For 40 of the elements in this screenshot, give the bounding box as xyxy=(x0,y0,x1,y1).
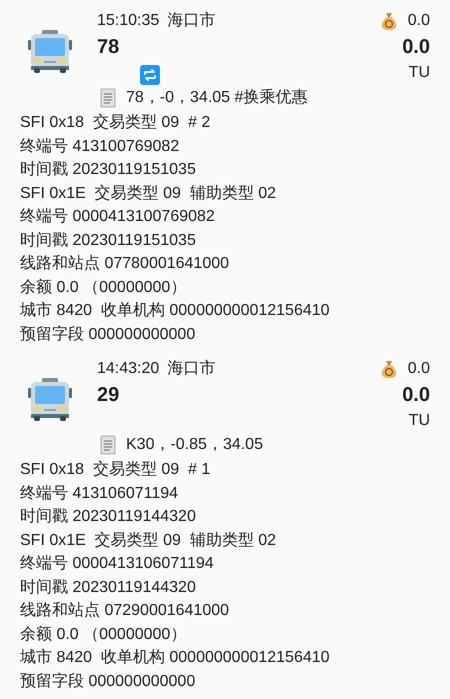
time-text: 14:43:20 xyxy=(97,359,160,379)
detail-line: SFI 0x1E 交易类型 09 辅助类型 02 xyxy=(20,184,278,204)
detail-line: 余额 0.0 （00000000） xyxy=(20,278,188,298)
detail-line: 终端号 0000413106071194 xyxy=(20,554,215,574)
route-number: 29 xyxy=(97,383,120,408)
detail-line: 终端号 413100769082 xyxy=(20,136,180,156)
detail-line: 时间戳 20230119151035 xyxy=(20,230,197,250)
detail-line: 时间戳 20230119151035 xyxy=(20,160,197,180)
memo-text: 78，-0，34.05 #换乘优惠 xyxy=(126,88,308,108)
memo-text: K30，-0.85，34.05 xyxy=(126,435,263,455)
route-number: 78 xyxy=(97,35,120,60)
detail-line: 城市 8420 收单机构 000000000012156410 xyxy=(20,648,331,668)
time-text: 15:10:35 xyxy=(97,11,160,31)
bus-icon xyxy=(28,30,72,74)
money-bag-icon xyxy=(380,12,398,30)
unit-text: TU xyxy=(408,63,430,83)
detail-line: 城市 8420 收单机构 000000000012156410 xyxy=(20,300,331,321)
detail-line: 线路和站点 07290001641000 xyxy=(20,600,230,621)
detail-line: 预留字段 000000000000 xyxy=(20,324,196,344)
detail-line: 终端号 413106071194 xyxy=(20,484,180,504)
detail-line: SFI 0x18 交易类型 09 # 1 xyxy=(20,460,212,480)
bus-icon xyxy=(28,378,72,422)
detail-line: 时间戳 20230119144320 xyxy=(20,578,197,598)
detail-line: 线路和站点 07780001641000 xyxy=(20,254,230,274)
detail-line: 预留字段 000000000000 xyxy=(20,672,196,692)
detail-line: 余额 0.0 （00000000） xyxy=(20,624,188,644)
detail-line: SFI 0x1E 交易类型 09 辅助类型 02 xyxy=(20,530,278,550)
city-text: 海口市 xyxy=(167,358,216,379)
amount-text: 0.0 xyxy=(402,35,430,60)
detail-line: 终端号 0000413100769082 xyxy=(20,206,216,227)
amount-text: 0.0 xyxy=(402,383,430,408)
notepad-icon xyxy=(100,435,116,455)
balance-text: 0.0 xyxy=(408,11,430,31)
money-bag-icon xyxy=(380,360,398,378)
unit-text: TU xyxy=(408,411,430,431)
detail-line: SFI 0x18 交易类型 09 # 2 xyxy=(20,112,212,133)
notepad-icon xyxy=(100,88,116,108)
detail-line: 时间戳 20230119144320 xyxy=(20,506,197,527)
city-text: 海口市 xyxy=(167,10,216,31)
balance-text: 0.0 xyxy=(408,359,430,379)
